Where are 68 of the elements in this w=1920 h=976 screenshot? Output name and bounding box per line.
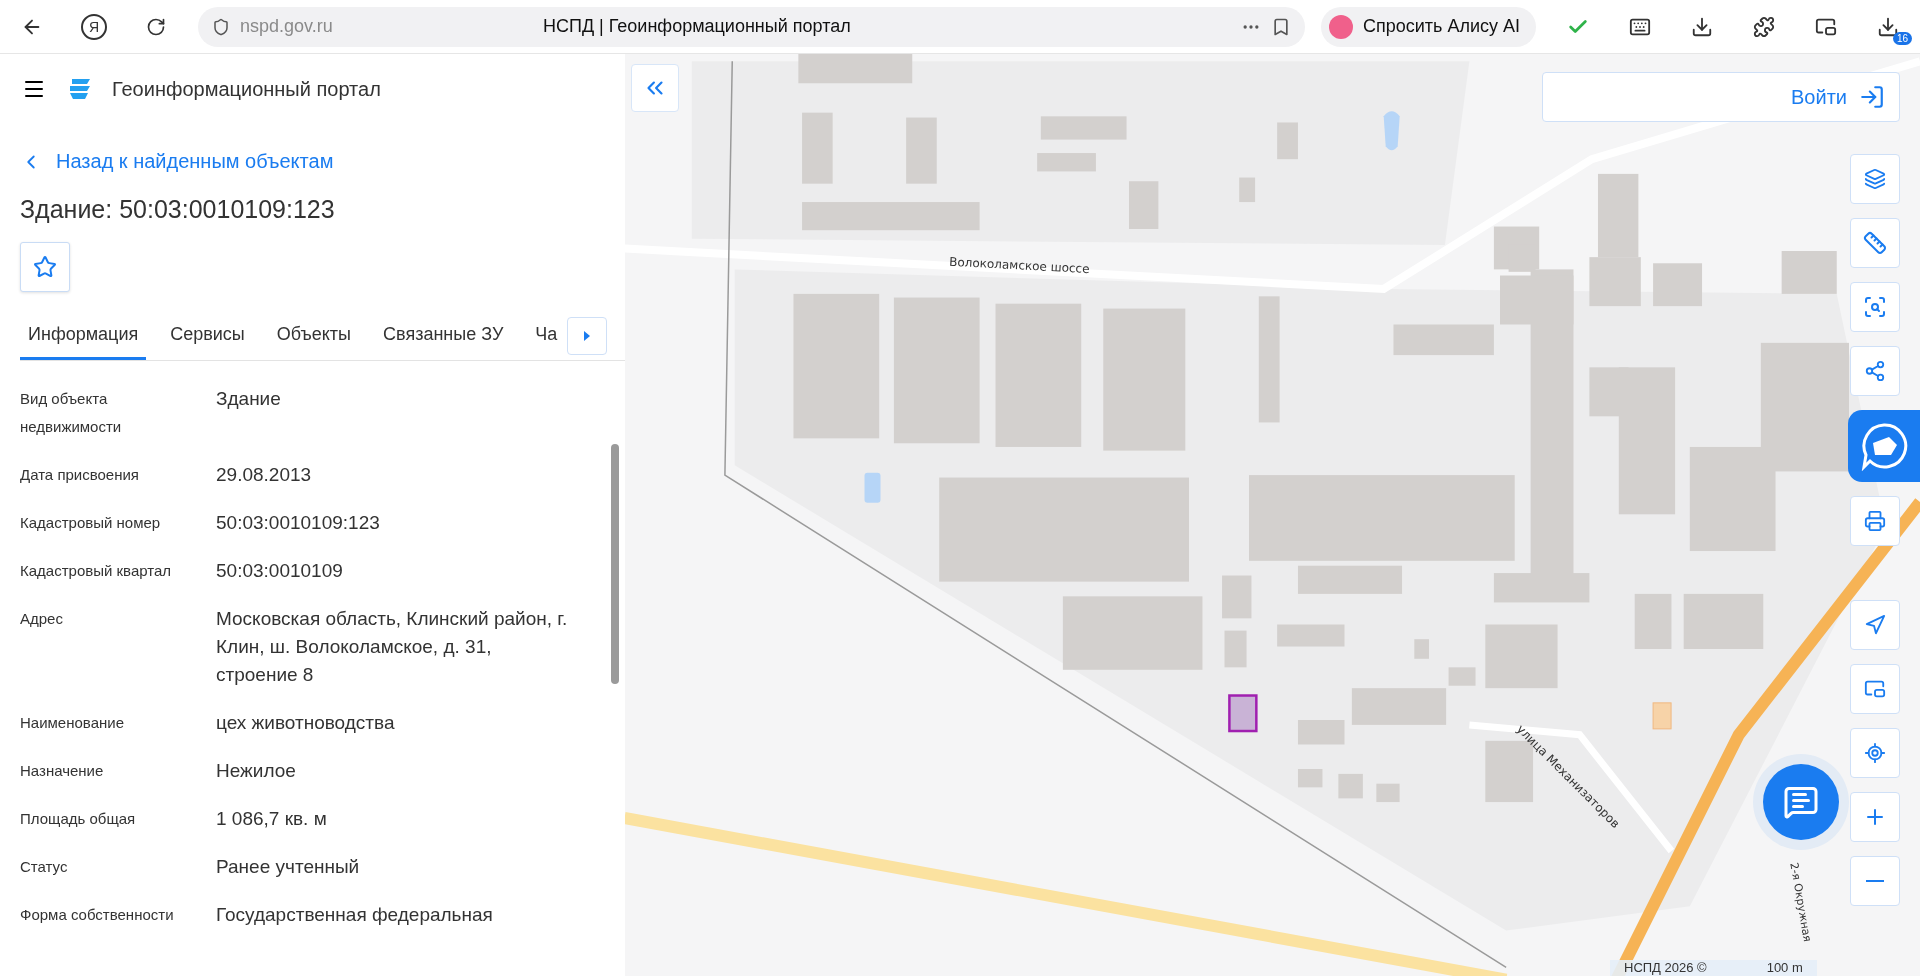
navigation-button[interactable] <box>1850 600 1900 650</box>
tab[interactable]: Объекты <box>268 312 360 360</box>
object-title: Здание: 50:03:0010109:123 <box>20 195 336 224</box>
property-value: Государственная федеральная <box>216 903 494 927</box>
zoom-in-button[interactable] <box>1850 792 1900 842</box>
puzzle-icon <box>1753 15 1775 38</box>
printer-icon <box>1864 510 1886 532</box>
property-value: цех животноводства <box>216 711 396 735</box>
property-label: Статус <box>20 857 69 877</box>
login-button[interactable]: Войти <box>1542 72 1900 122</box>
property-label: Вид объекта недвижимости <box>20 389 123 437</box>
tab[interactable]: Связанные ЗУ <box>375 312 512 360</box>
locate-button[interactable] <box>1850 728 1900 778</box>
share-icon <box>1864 360 1886 382</box>
minus-icon <box>1866 880 1884 882</box>
speech-bubble-icon <box>1859 421 1909 471</box>
property-value: 50:03:0010109 <box>216 559 344 583</box>
tab[interactable]: Информация <box>20 312 147 360</box>
chat-icon <box>1783 784 1819 820</box>
print-button[interactable] <box>1850 496 1900 546</box>
scale-label: 100 m <box>1766 961 1803 975</box>
property-label: Назначение <box>20 761 105 781</box>
scan-search-icon <box>1863 295 1887 319</box>
road-label: 2-я Окружная <box>1787 861 1814 943</box>
browser-logo-button[interactable]: Я <box>74 6 114 47</box>
property-label: Наименование <box>20 713 125 733</box>
property-label: Дата присвоения <box>20 465 140 485</box>
ruler-icon <box>1863 231 1887 255</box>
minimap-button[interactable] <box>1850 664 1900 714</box>
favorite-button[interactable] <box>20 242 70 292</box>
download-icon <box>1877 15 1899 38</box>
navigation-arrow-icon <box>1864 614 1886 636</box>
property-label: Кадастровый номер <box>20 513 162 533</box>
layers-button[interactable] <box>1850 154 1900 204</box>
tab[interactable]: Сервисы <box>162 312 253 360</box>
star-icon <box>33 255 57 279</box>
reload-icon <box>146 16 166 37</box>
share-button[interactable] <box>1850 346 1900 396</box>
property-value: 1 086,7 кв. м <box>216 807 328 831</box>
property-value: Ранее учтенный <box>216 855 361 879</box>
window-icon <box>1864 678 1886 700</box>
layers-icon <box>1864 168 1886 190</box>
property-label: Площадь общая <box>20 809 137 829</box>
property-label: Кадастровый квартал <box>20 561 173 581</box>
ruler-button[interactable] <box>1850 218 1900 268</box>
property-value: Московская область, Клинский район, г. Клин, ш. Волоколамское, д. 31, строение 8 <box>216 607 569 687</box>
road-label: Волоколамское шоссе <box>948 254 1090 277</box>
property-label: Адрес <box>20 609 64 629</box>
address-bar[interactable]: nspd.gov.ru НСПД | Геоинформационный портал <box>198 6 1305 47</box>
page-title: НСПД | Геоинформационный портал <box>541 16 852 37</box>
locate-icon <box>1864 742 1886 764</box>
alice-button[interactable]: Спросить Алису AI <box>1320 6 1536 47</box>
login-icon <box>1859 84 1885 110</box>
area-search-button[interactable] <box>1850 282 1900 332</box>
collapse-panel-button[interactable] <box>631 64 679 112</box>
back-link[interactable]: Назад к найденным объектам <box>20 150 334 173</box>
property-value: Нежилое <box>216 759 297 783</box>
shield-icon <box>212 17 230 36</box>
property-label: Форма собственности <box>20 905 175 925</box>
badge-count: 16 <box>1892 31 1912 45</box>
property-value: 50:03:0010109:123 <box>216 511 381 535</box>
property-value: 29.08.2013 <box>216 463 313 487</box>
portal-title: Геоинформационный портал <box>112 77 381 101</box>
attribution-text: НСПД 2026 © <box>1624 961 1707 975</box>
property-value: Здание <box>216 387 282 411</box>
feedback-tab-button[interactable] <box>1848 410 1920 482</box>
url-text: nspd.gov.ru <box>240 16 333 37</box>
tab[interactable]: Ча <box>527 312 566 360</box>
